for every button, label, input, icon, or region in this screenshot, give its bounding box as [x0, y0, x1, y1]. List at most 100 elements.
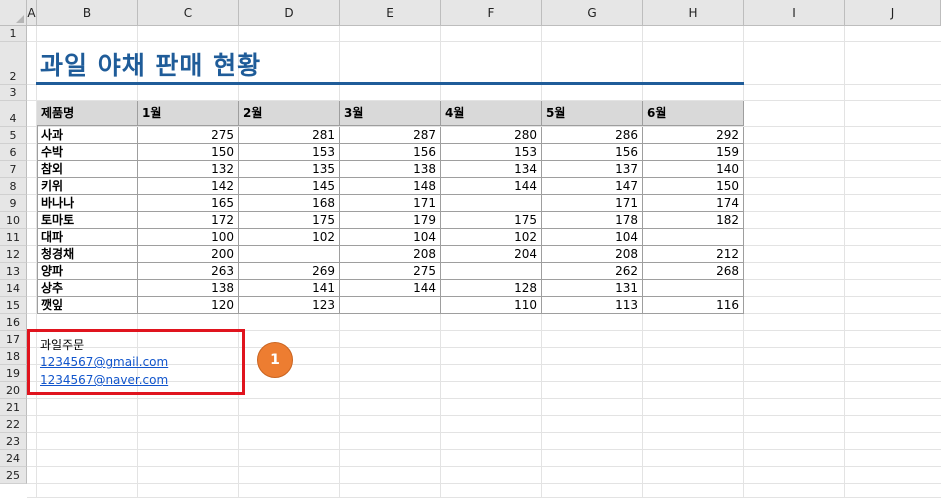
sales-value-cell[interactable]: 148: [340, 178, 441, 195]
sales-value-cell[interactable]: 182: [643, 212, 744, 229]
sales-value-cell[interactable]: 165: [138, 195, 239, 212]
row-header-12[interactable]: 12: [0, 246, 27, 263]
sales-value-cell[interactable]: 116: [643, 297, 744, 314]
sales-value-cell[interactable]: 171: [542, 195, 643, 212]
sales-value-cell[interactable]: 212: [643, 246, 744, 263]
product-name-cell[interactable]: 양파: [37, 263, 138, 280]
sales-value-cell[interactable]: 113: [542, 297, 643, 314]
sales-value-cell[interactable]: 268: [643, 263, 744, 280]
row-header-10[interactable]: 10: [0, 212, 27, 229]
column-header-j[interactable]: J: [845, 0, 941, 26]
row-header-20[interactable]: 20: [0, 382, 27, 399]
sales-value-cell[interactable]: 208: [542, 246, 643, 263]
product-name-cell[interactable]: 수박: [37, 144, 138, 161]
sales-value-cell[interactable]: 175: [441, 212, 542, 229]
row-header-18[interactable]: 18: [0, 348, 27, 365]
row-header-5[interactable]: 5: [0, 127, 27, 144]
sales-value-cell[interactable]: 123: [239, 297, 340, 314]
row-header-16[interactable]: 16: [0, 314, 27, 331]
product-name-cell[interactable]: 대파: [37, 229, 138, 246]
sales-value-cell[interactable]: 150: [138, 144, 239, 161]
sales-value-cell[interactable]: 138: [138, 280, 239, 297]
sales-value-cell[interactable]: 145: [239, 178, 340, 195]
row-header-15[interactable]: 15: [0, 297, 27, 314]
sales-value-cell[interactable]: 128: [441, 280, 542, 297]
table-header-cell[interactable]: 4월: [441, 101, 542, 126]
row-header-4[interactable]: 4: [0, 101, 27, 127]
table-header-cell[interactable]: 제품명: [37, 101, 138, 126]
row-header-25[interactable]: 25: [0, 467, 27, 484]
sales-value-cell[interactable]: 280: [441, 127, 542, 144]
sales-value-cell[interactable]: [643, 229, 744, 246]
row-header-8[interactable]: 8: [0, 178, 27, 195]
row-header-17[interactable]: 17: [0, 331, 27, 348]
sales-value-cell[interactable]: 153: [441, 144, 542, 161]
column-header-f[interactable]: F: [441, 0, 542, 26]
sales-value-cell[interactable]: 100: [138, 229, 239, 246]
sales-value-cell[interactable]: 156: [340, 144, 441, 161]
row-header-19[interactable]: 19: [0, 365, 27, 382]
sales-value-cell[interactable]: 142: [138, 178, 239, 195]
product-name-cell[interactable]: 키위: [37, 178, 138, 195]
sales-value-cell[interactable]: 144: [340, 280, 441, 297]
sales-value-cell[interactable]: 147: [542, 178, 643, 195]
sales-value-cell[interactable]: 120: [138, 297, 239, 314]
sales-value-cell[interactable]: 131: [542, 280, 643, 297]
sales-value-cell[interactable]: 141: [239, 280, 340, 297]
sales-value-cell[interactable]: [441, 195, 542, 212]
table-header-cell[interactable]: 5월: [542, 101, 643, 126]
sales-value-cell[interactable]: [239, 246, 340, 263]
sales-value-cell[interactable]: 172: [138, 212, 239, 229]
sales-value-cell[interactable]: 174: [643, 195, 744, 212]
sales-value-cell[interactable]: 263: [138, 263, 239, 280]
product-name-cell[interactable]: 참외: [37, 161, 138, 178]
sales-value-cell[interactable]: [340, 297, 441, 314]
row-header-7[interactable]: 7: [0, 161, 27, 178]
sales-value-cell[interactable]: 262: [542, 263, 643, 280]
row-header-2[interactable]: 2: [0, 42, 27, 85]
sales-value-cell[interactable]: 275: [340, 263, 441, 280]
sales-value-cell[interactable]: 204: [441, 246, 542, 263]
column-header-g[interactable]: G: [542, 0, 643, 26]
product-name-cell[interactable]: 청경채: [37, 246, 138, 263]
column-header-d[interactable]: D: [239, 0, 340, 26]
sales-value-cell[interactable]: 138: [340, 161, 441, 178]
sales-value-cell[interactable]: 156: [542, 144, 643, 161]
product-name-cell[interactable]: 깻잎: [37, 297, 138, 314]
sales-value-cell[interactable]: [643, 280, 744, 297]
sales-value-cell[interactable]: 269: [239, 263, 340, 280]
row-header-3[interactable]: 3: [0, 85, 27, 101]
sales-value-cell[interactable]: 134: [441, 161, 542, 178]
sales-value-cell[interactable]: 137: [542, 161, 643, 178]
row-header-22[interactable]: 22: [0, 416, 27, 433]
sales-value-cell[interactable]: 159: [643, 144, 744, 161]
sales-value-cell[interactable]: 135: [239, 161, 340, 178]
row-header-21[interactable]: 21: [0, 399, 27, 416]
sales-value-cell[interactable]: 140: [643, 161, 744, 178]
sales-value-cell[interactable]: 175: [239, 212, 340, 229]
product-name-cell[interactable]: 상추: [37, 280, 138, 297]
sales-value-cell[interactable]: 104: [542, 229, 643, 246]
column-header-e[interactable]: E: [340, 0, 441, 26]
row-header-24[interactable]: 24: [0, 450, 27, 467]
table-header-cell[interactable]: 3월: [340, 101, 441, 126]
sales-value-cell[interactable]: 287: [340, 127, 441, 144]
product-name-cell[interactable]: 바나나: [37, 195, 138, 212]
sales-value-cell[interactable]: 110: [441, 297, 542, 314]
row-header-23[interactable]: 23: [0, 433, 27, 450]
table-header-cell[interactable]: 6월: [643, 101, 744, 126]
row-header-11[interactable]: 11: [0, 229, 27, 246]
sales-value-cell[interactable]: 168: [239, 195, 340, 212]
column-header-b[interactable]: B: [37, 0, 138, 26]
sales-value-cell[interactable]: 153: [239, 144, 340, 161]
sales-value-cell[interactable]: 275: [138, 127, 239, 144]
sales-value-cell[interactable]: [441, 263, 542, 280]
column-header-c[interactable]: C: [138, 0, 239, 26]
sales-value-cell[interactable]: 104: [340, 229, 441, 246]
sales-value-cell[interactable]: 150: [643, 178, 744, 195]
sales-value-cell[interactable]: 281: [239, 127, 340, 144]
product-name-cell[interactable]: 사과: [37, 127, 138, 144]
product-name-cell[interactable]: 토마토: [37, 212, 138, 229]
column-header-i[interactable]: I: [744, 0, 845, 26]
sales-value-cell[interactable]: 132: [138, 161, 239, 178]
